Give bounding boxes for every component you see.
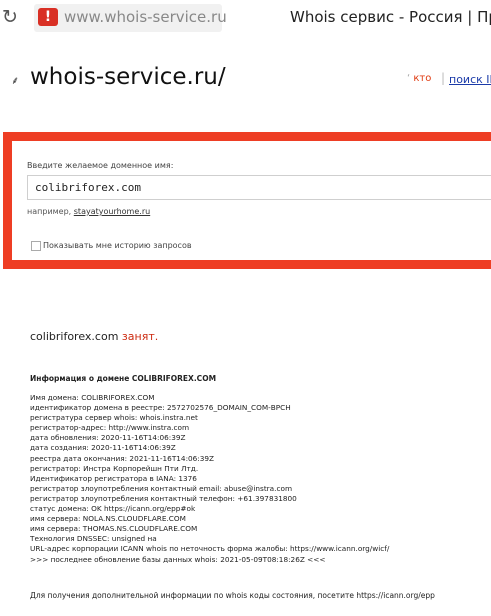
whois-line: регистратор-адрес: http://www.instra.com — [30, 423, 190, 433]
header-divider: | — [441, 71, 446, 85]
whois-line: дата создания: 2020-11-16T14:06:39Z — [30, 443, 176, 453]
example-hint: например, stayatyourhome.ru — [27, 207, 150, 216]
whois-line: регистратура сервер whois: whois.instra.… — [30, 413, 198, 423]
kto-label: кто — [413, 73, 432, 84]
whois-line: регистратор злоупотребления контактный e… — [30, 483, 293, 493]
status-codes-note: Для получения дополнительной информации … — [30, 591, 435, 600]
whois-line: Имя домена: COLIBRIFOREX.COM — [30, 393, 155, 402]
kto-link[interactable]: ‘ кто — [407, 73, 431, 84]
url-text[interactable]: www.whois-service.ru — [64, 8, 227, 26]
browser-toolbar: ↻ ! www.whois-service.ru Whois сервис - … — [0, 0, 491, 37]
whois-line: имя сервера: NOLA.NS.CLOUDFLARE.COM — [30, 514, 186, 524]
whois-line: дата обновления: 2020-11-16T14:06:39Z — [30, 433, 186, 443]
history-checkbox[interactable] — [31, 241, 41, 251]
whois-line: Технология DNSSEC: unsigned на — [30, 534, 157, 544]
example-domain-link[interactable]: stayatyourhome.ru — [74, 207, 150, 216]
whois-line: статус домена: OK https://icann.org/epp#… — [30, 504, 196, 514]
tab-title: Whois сервис - Россия | Про — [290, 8, 491, 26]
result-domain: colibriforex.com — [30, 330, 119, 343]
whois-line: >>> последнее обновление базы данных who… — [30, 554, 326, 564]
result-status-line: colibriforex.com занят. — [30, 330, 158, 343]
whois-line: Идентификатор регистратора в IANA: 1376 — [30, 473, 197, 483]
domain-input[interactable]: colibriforex.com — [27, 175, 491, 200]
quote-icon: ‘ — [407, 73, 411, 84]
site-title[interactable]: whois-service.ru/ — [30, 64, 226, 90]
whois-line: регистратор злоупотребления контактный т… — [30, 493, 297, 503]
whois-line: идентификатор домена в реестре: 25727025… — [30, 403, 291, 413]
history-checkbox-label[interactable]: Показывать мне историю запросов — [43, 241, 192, 250]
ip-search-link[interactable]: поиск IP — [449, 73, 491, 86]
whois-line: URL-адрес корпорации ICANN whois по нето… — [30, 544, 390, 554]
site-logo-icon: ⸙ — [11, 74, 20, 87]
whois-record: Имя домена: COLIBRIFOREX.COM идентификат… — [30, 393, 485, 565]
address-bar[interactable]: ! www.whois-service.ru — [34, 4, 227, 32]
reload-icon[interactable]: ↻ — [2, 6, 18, 28]
whois-line: имя сервера: THOMAS.NS.CLOUDFLARE.COM — [30, 524, 198, 534]
info-heading: Информация о домене COLIBRIFOREX.COM — [30, 374, 217, 383]
status-badge: занят. — [121, 330, 159, 343]
domain-prompt-label: Введите желаемое доменное имя: — [27, 161, 174, 170]
whois-line: реестра дата окончания: 2021-11-16T14:06… — [30, 453, 215, 463]
example-prefix: например, — [27, 207, 72, 216]
whois-line: регистратор: Инстра Корпорейшн Пти Лтд. — [30, 463, 199, 473]
not-secure-warning-icon[interactable]: ! — [38, 8, 58, 26]
